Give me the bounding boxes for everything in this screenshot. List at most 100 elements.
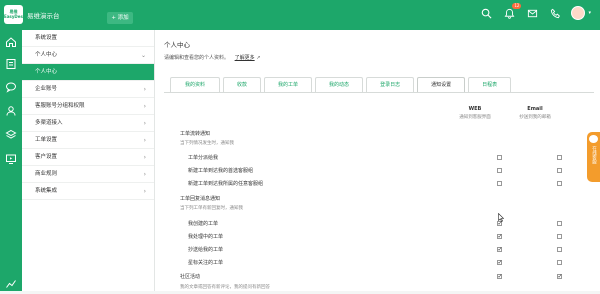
menu-item[interactable]: 系统设置 [22, 30, 154, 47]
web-checkbox[interactable] [497, 168, 502, 173]
online-service-tab[interactable]: 在线客服 [587, 132, 600, 182]
email-checkbox[interactable] [557, 168, 562, 173]
section-heading: 工单回复消息通知 [180, 195, 580, 205]
settings-menu: 系统设置 个人中心 ⌄ 个人中心 企业账号 › 客服账号分组和权限 › 多渠道接入 › 工单设置 › 客… [22, 30, 155, 291]
chevron-icon: › [143, 103, 146, 110]
tab[interactable]: 我的动态 [315, 77, 364, 92]
app-title: 易维演示台 [27, 12, 60, 20]
main-panel: 个人中心 请编辑和查看您的个人资料。 了解更多 ↗ 我的资料 收款 我的工单 我的动态… [155, 30, 600, 291]
menu-item[interactable]: 客服账号分组和权限 › [22, 98, 154, 115]
menu-item[interactable]: 工单设置 › [22, 132, 154, 149]
web-head: WEB [468, 106, 482, 112]
tab[interactable]: 我的工单 [264, 77, 313, 92]
chevron-icon: › [143, 171, 146, 178]
web-column-header: WEB 通知到客服界面 [450, 106, 500, 120]
row-label: 新建工单到达我所属的任意客服组 [188, 181, 264, 187]
section-description: 当下列工单有新回复时，通知我 [180, 205, 580, 215]
app-logo[interactable]: 易维 EasyDesk [4, 5, 26, 24]
setting-row: 我处理中的工单 [180, 233, 580, 243]
menu-item-label: 个人中心 [35, 52, 58, 58]
menu-item-label: 客户设置 [35, 154, 58, 160]
online-service-label: 在线客服 [591, 146, 597, 164]
section-description: 我的文章或回答有新评论，我的提问有新回答 [180, 284, 580, 294]
email-checkbox[interactable] [557, 247, 562, 252]
tab[interactable]: 通知设置 [417, 77, 466, 92]
row-label: 我创建的工单 [188, 221, 219, 227]
menu-item-label: 多渠道接入 [35, 120, 63, 126]
menu-item[interactable]: 企业账号 › [22, 81, 154, 98]
setting-row: 新建工单到达我所属的任意客服组 [180, 180, 580, 190]
logo-text: 易维 EasyDesk [4, 9, 26, 19]
email-checkbox[interactable] [557, 273, 563, 280]
web-checkbox[interactable] [497, 181, 502, 186]
phone-icon[interactable] [548, 6, 562, 20]
web-sub: 通知到客服界面 [459, 115, 491, 120]
email-checkbox[interactable] [557, 221, 562, 226]
row-label: 星标关注的工单 [188, 260, 224, 266]
web-checkbox[interactable] [497, 246, 503, 253]
icon-rail [0, 30, 22, 291]
setting-row: 抄送给我的工单 [180, 246, 580, 256]
page-subtitle: 请编辑和查看您的个人资料。 了解更多 ↗ [164, 54, 260, 61]
ticket-icon[interactable] [5, 58, 17, 70]
row-label: 抄送给我的工单 [188, 247, 224, 253]
email-head: Email [527, 106, 543, 112]
tab-divider [164, 92, 594, 93]
menu-item[interactable]: 个人中心 [22, 64, 154, 81]
row-label: 工单流转通知 [180, 131, 211, 137]
chevron-icon: › [143, 188, 146, 195]
menu-item[interactable]: 商业规则 › [22, 166, 154, 183]
menu-item[interactable]: 系统集成 › [22, 183, 154, 200]
web-checkbox[interactable] [497, 259, 503, 266]
tab[interactable]: 登录日志 [366, 77, 415, 92]
web-checkbox[interactable] [497, 155, 502, 160]
email-sub: 抄送到我的邮箱 [519, 115, 551, 120]
email-checkbox[interactable] [557, 260, 562, 265]
menu-item[interactable]: 个人中心 ⌄ [22, 47, 154, 64]
home-icon[interactable] [5, 36, 17, 48]
mouse-cursor-icon [498, 213, 504, 222]
external-link-icon[interactable]: ↗ [256, 55, 260, 61]
tab[interactable]: 收款 [223, 77, 262, 92]
notification-badge: 12 [512, 3, 522, 9]
bell-icon[interactable]: 12 [502, 3, 522, 20]
tab[interactable]: 日程表 [468, 77, 512, 92]
top-bar: 易维 EasyDesk 易维演示台 + 添加 12 ▾ [0, 0, 600, 30]
learn-more-link[interactable]: 了解更多 [235, 55, 255, 61]
row-label: 工单回复消息通知 [180, 196, 221, 202]
page-title: 个人中心 [164, 41, 190, 49]
chevron-down-icon[interactable]: ▾ [588, 10, 591, 16]
layers-icon[interactable] [5, 129, 17, 141]
row-label: 社区活动 [180, 274, 201, 280]
chart-icon[interactable] [5, 277, 17, 289]
menu-item[interactable]: 客户设置 › [22, 149, 154, 166]
monitor-icon[interactable] [5, 153, 17, 165]
web-checkbox[interactable] [497, 273, 503, 280]
row-label: 当下列工单有新回复时，通知我 [180, 206, 243, 211]
avatar[interactable] [571, 6, 586, 20]
search-icon[interactable] [479, 6, 493, 20]
section-heading: 社区活动 [180, 273, 580, 283]
web-checkbox[interactable] [497, 233, 503, 240]
chevron-icon: ⌄ [140, 52, 146, 59]
row-label: 新建工单到达我的首选客服组 [188, 168, 254, 174]
chevron-icon: › [143, 154, 146, 161]
add-button[interactable]: + 添加 [107, 12, 133, 24]
chat-icon[interactable] [5, 81, 17, 93]
tab[interactable]: 我的资料 [170, 77, 221, 92]
email-checkbox[interactable] [557, 181, 562, 186]
mail-icon[interactable] [525, 6, 539, 20]
setting-row: 工单分派给我 [180, 154, 580, 164]
email-checkbox[interactable] [557, 155, 562, 160]
menu-item-label: 系统集成 [35, 188, 58, 194]
menu-item-label: 企业账号 [35, 86, 58, 92]
users-icon[interactable] [5, 105, 17, 117]
menu-item-label: 商业规则 [35, 171, 58, 177]
chevron-icon: › [143, 137, 146, 144]
menu-item-label: 系统设置 [35, 35, 58, 41]
section-description: 当下列情况发生时，通知我 [180, 140, 580, 150]
subtitle-text: 请编辑和查看您的个人资料。 [164, 55, 230, 61]
email-checkbox[interactable] [557, 234, 562, 239]
row-label: 工单分派给我 [188, 155, 219, 161]
menu-item[interactable]: 多渠道接入 › [22, 115, 154, 132]
